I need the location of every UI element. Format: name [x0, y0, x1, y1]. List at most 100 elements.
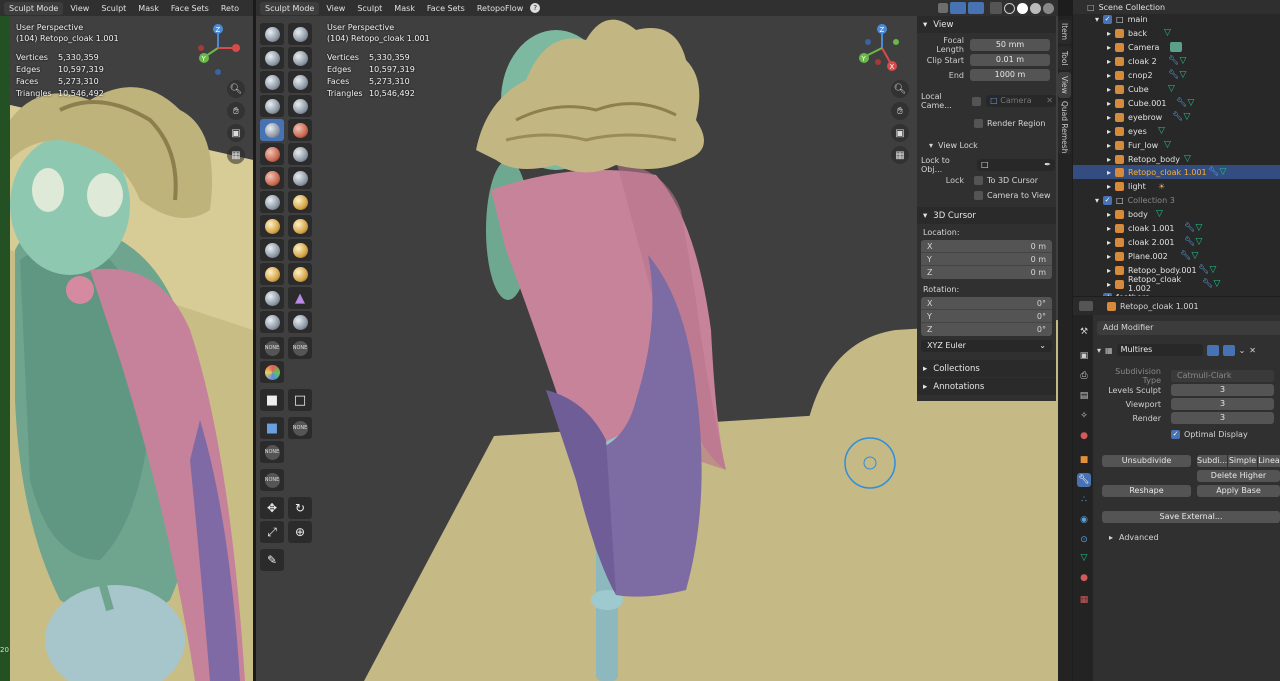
dropdown-icon[interactable]: ⌄: [1239, 346, 1246, 355]
reshape-button[interactable]: Reshape: [1102, 485, 1191, 497]
box-face-set-tool[interactable]: NONE: [288, 417, 312, 439]
local-camera-checkbox[interactable]: [972, 96, 982, 106]
wireframe-shading-icon[interactable]: [1004, 2, 1015, 14]
simple-button[interactable]: Simple: [1228, 455, 1257, 467]
clay-thumb-brush-tool[interactable]: [260, 71, 284, 93]
modifier-name-field[interactable]: Multires: [1116, 344, 1203, 356]
menu-sculpt[interactable]: Sculpt: [96, 4, 131, 13]
zoom-icon[interactable]: 🔍︎: [227, 80, 245, 98]
camera-to-view-checkbox[interactable]: [974, 190, 983, 200]
render-properties-icon[interactable]: ▣: [1077, 349, 1091, 363]
rotate-brush-tool[interactable]: [288, 263, 312, 285]
show-in-editmode-icon[interactable]: [1206, 344, 1219, 356]
outliner-row-retopo-cloak-1-002[interactable]: ▸ Retopo_cloak 1.002 🔧︎ ▽: [1073, 275, 1280, 293]
render-region-checkbox[interactable]: [974, 118, 983, 128]
slide-relax-brush-tool[interactable]: [260, 287, 284, 309]
location-x-field[interactable]: X0 m: [921, 240, 1052, 253]
physics-properties-icon[interactable]: ◉: [1077, 513, 1091, 527]
thumb-brush-tool[interactable]: [260, 239, 284, 261]
clip-start-field[interactable]: 0.01 m: [970, 54, 1050, 66]
line-project-tool[interactable]: NONE: [260, 469, 284, 491]
snake-hook-brush-tool[interactable]: [288, 215, 312, 237]
outliner-row-cloak-2-001[interactable]: ▸ cloak 2.001 🔧︎ ▽: [1073, 235, 1280, 249]
outliner-row-collection-3[interactable]: ▾ ✓ □ Collection 3: [1073, 193, 1280, 207]
scene-properties-icon[interactable]: ✧: [1077, 409, 1091, 423]
paint-brush-tool[interactable]: [260, 361, 284, 383]
modifier-properties-icon[interactable]: 🔧︎: [1077, 473, 1091, 487]
outliner-row-back[interactable]: ▸ back ▽: [1073, 26, 1280, 40]
optimal-display-checkbox[interactable]: ✓: [1171, 430, 1180, 439]
world-properties-icon[interactable]: ●: [1077, 429, 1091, 443]
menu-face-sets[interactable]: Face Sets: [422, 4, 470, 13]
menu-mask[interactable]: Mask: [389, 4, 420, 13]
mask-brush-tool[interactable]: NONE: [260, 337, 284, 359]
inflate-brush-tool[interactable]: [260, 95, 284, 117]
lasso-mask-tool[interactable]: □: [288, 389, 312, 411]
rotation-mode-dropdown[interactable]: XYZ Euler ⌄: [921, 340, 1052, 352]
grid-icon[interactable]: ▦: [227, 146, 245, 164]
annotations-panel-header[interactable]: ▸ Annotations: [917, 378, 1056, 395]
rotation-x-field[interactable]: X 0°: [921, 297, 1052, 310]
clay-strips-brush-tool[interactable]: [288, 47, 312, 69]
add-modifier-button[interactable]: Add Modifier: [1097, 321, 1280, 335]
box-mask-tool[interactable]: ■: [260, 389, 284, 411]
grid-icon[interactable]: ▦: [891, 146, 909, 164]
viewport-levels-field[interactable]: 3: [1171, 398, 1274, 410]
tab-quad-remesh[interactable]: Quad Remesh: [1058, 100, 1071, 154]
simplify-brush-tool[interactable]: [288, 311, 312, 333]
pose-brush-tool[interactable]: [288, 239, 312, 261]
rotation-fields[interactable]: X 0° Y 0° Z 0°: [921, 297, 1052, 336]
menu-view[interactable]: View: [321, 4, 350, 13]
annotate-tool-icon[interactable]: ✎: [260, 549, 284, 571]
outliner-row-retopo-cloak-1-001[interactable]: ▸ Retopo_cloak 1.001 🔧︎ ▽: [1073, 165, 1280, 179]
outliner-row-light[interactable]: ▸ light ☀: [1073, 179, 1280, 193]
tab-item[interactable]: Item: [1058, 20, 1071, 44]
xray-icon[interactable]: [990, 2, 1002, 14]
location-y-field[interactable]: Y0 m: [921, 253, 1052, 266]
outliner-row-main[interactable]: ▾ ✓ □ main: [1073, 12, 1280, 26]
camera-field[interactable]: □ Camera ✕: [986, 95, 1056, 107]
navigation-gizmo[interactable]: Z X Y: [856, 22, 910, 78]
transform-tool-icon[interactable]: ⊕: [288, 521, 312, 543]
draw-face-sets-tool[interactable]: NONE: [288, 337, 312, 359]
outliner-row-feathers[interactable]: ▸✓feathers: [1073, 290, 1280, 296]
linear-button[interactable]: Linea: [1258, 455, 1280, 467]
show-in-render-icon[interactable]: [1222, 344, 1235, 356]
menu-retopoflow[interactable]: RetopoFlow: [472, 4, 528, 13]
mode-dropdown[interactable]: Sculpt Mode: [4, 1, 64, 15]
navigation-gizmo[interactable]: Z Y: [196, 24, 248, 80]
3d-cursor-panel-header[interactable]: ▾ 3D Cursor: [917, 207, 1056, 224]
object-properties-icon[interactable]: ■: [1077, 453, 1091, 467]
pinch-brush-tool[interactable]: [260, 191, 284, 213]
overlay-toggle-icon[interactable]: [968, 2, 984, 14]
outliner-row-cloak-2[interactable]: ▸ cloak 2 🔧︎ ▽: [1073, 54, 1280, 68]
material-shading-icon[interactable]: [1030, 2, 1041, 14]
output-properties-icon[interactable]: ⎙: [1077, 369, 1091, 383]
outliner-row-cube-001[interactable]: ▸ Cube.001 🔧︎ ▽: [1073, 96, 1280, 110]
view-layer-properties-icon[interactable]: ▤: [1077, 389, 1091, 403]
collapse-icon[interactable]: ▾: [1097, 346, 1101, 355]
blob-brush-tool[interactable]: [288, 95, 312, 117]
zoom-icon[interactable]: 🔍︎: [891, 80, 909, 98]
clay-brush-tool[interactable]: [260, 47, 284, 69]
move-tool-icon[interactable]: ✥: [260, 497, 284, 519]
unsubdivide-button[interactable]: Unsubdivide: [1102, 455, 1191, 467]
outliner-row-fur-low[interactable]: ▸ Fur_low ▽: [1073, 138, 1280, 152]
draw-sharp-brush-tool[interactable]: [288, 23, 312, 45]
outliner-row-body[interactable]: ▸ body ▽: [1073, 207, 1280, 221]
visibility-icon[interactable]: [938, 3, 948, 13]
to-3d-cursor-checkbox[interactable]: [974, 175, 983, 185]
eyedropper-icon[interactable]: ✒: [1044, 159, 1051, 171]
box-trim-tool[interactable]: NONE: [260, 441, 284, 463]
draw-brush-tool[interactable]: [260, 23, 284, 45]
scrape-brush-tool[interactable]: [260, 167, 284, 189]
particles-properties-icon[interactable]: ∴: [1077, 493, 1091, 507]
clip-end-field[interactable]: 1000 m: [970, 69, 1050, 81]
menu-mask[interactable]: Mask: [133, 4, 164, 13]
menu-face-sets[interactable]: Face Sets: [166, 4, 214, 13]
cloth-brush-tool[interactable]: [260, 311, 284, 333]
collections-panel-header[interactable]: ▸ Collections: [917, 360, 1056, 377]
crease-brush-tool[interactable]: [260, 119, 284, 141]
location-z-field[interactable]: Z0 m: [921, 266, 1052, 279]
view-panel-header[interactable]: ▾ View: [917, 16, 1056, 33]
